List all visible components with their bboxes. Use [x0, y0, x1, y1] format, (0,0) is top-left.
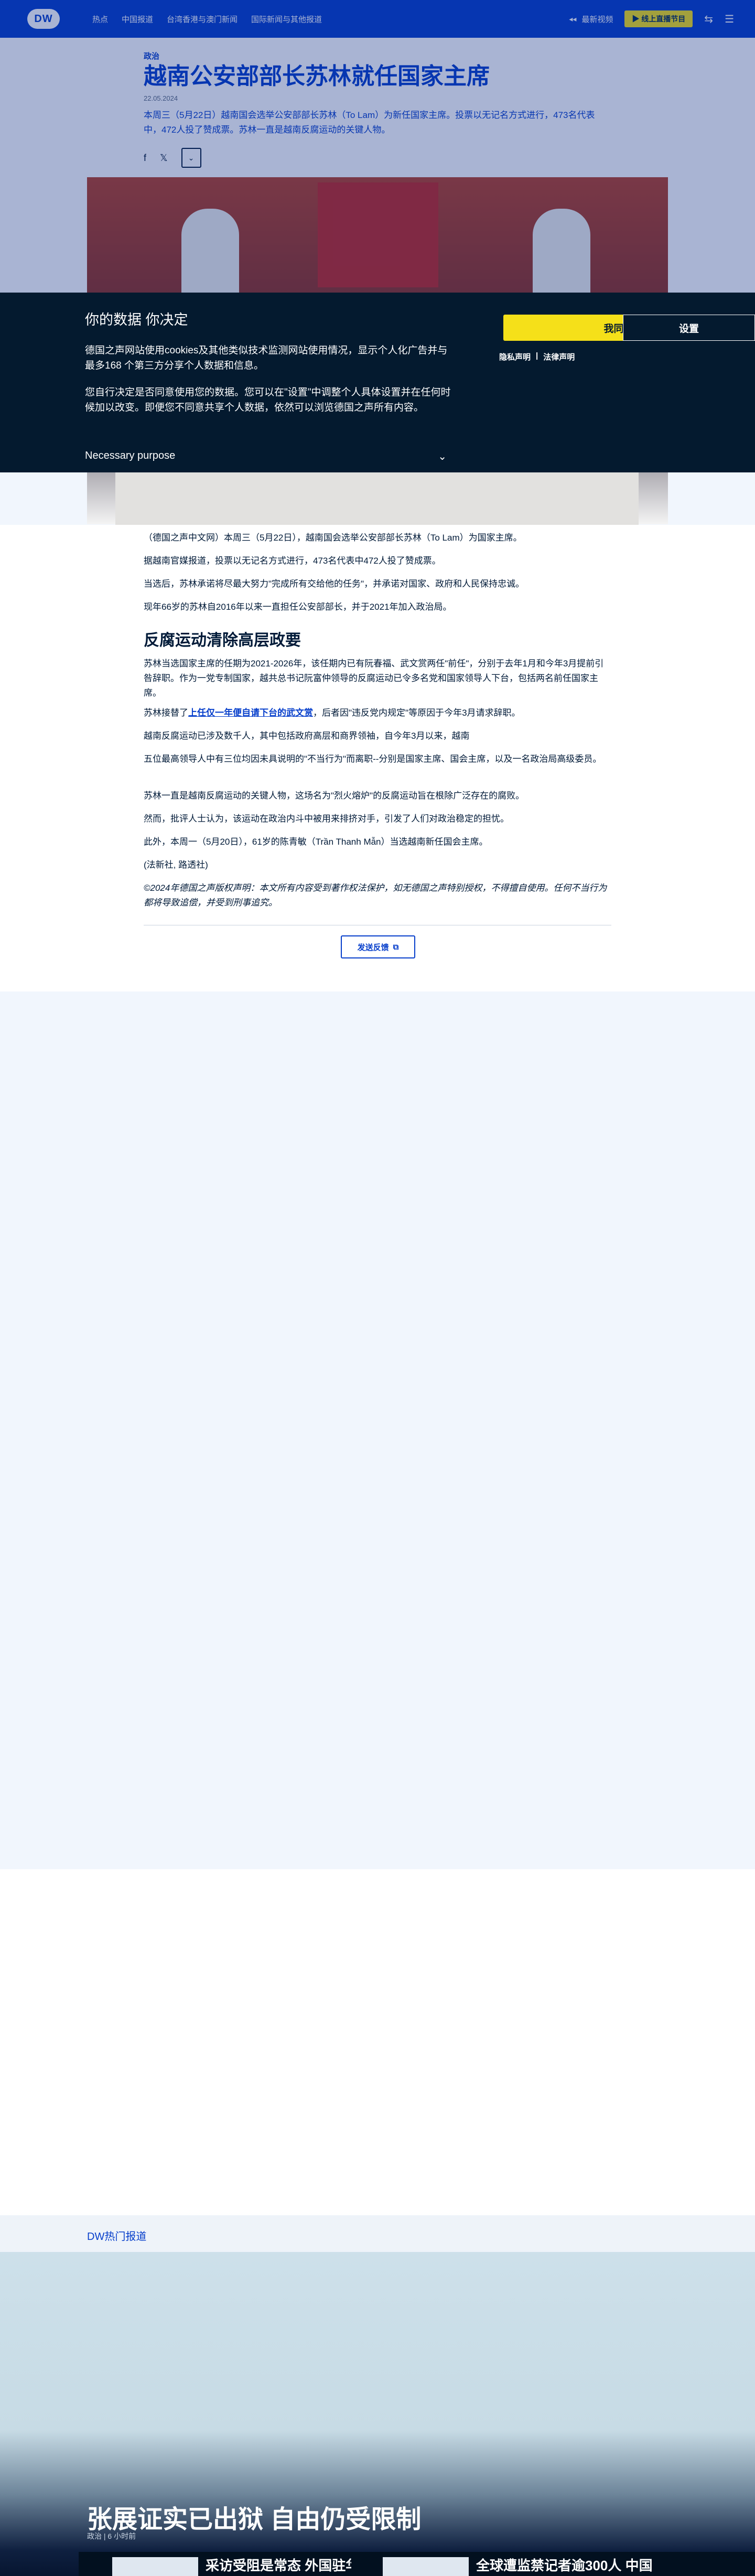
trending-label: DW热门报道 [87, 2231, 147, 2243]
trending-section: DW热门报道 [0, 2215, 755, 2252]
page-overlay [0, 0, 755, 293]
source-line: (法新社, 路透社) [144, 860, 208, 870]
body-paragraph: 据越南官媒报道，投票以无记名方式进行，473名代表中472人投了赞成票。 [144, 556, 441, 566]
story-thumbnail [383, 2557, 469, 2576]
body-paragraph: 苏林当选国家主席的任期为2021-2026年，该任期内已有阮春福、武文赏两任"前… [144, 659, 604, 698]
purpose-label: Necessary purpose [85, 450, 176, 461]
cookie-banner: 你的数据 你决定 德国之声网站使用cookies及其他类似技术监测网站使用情况，… [0, 293, 755, 472]
featured-meta: 政治 | 6 小时前 [87, 2532, 136, 2540]
body-paragraph: 此外，本周一（5月20日），61岁的陈青敏（Trần Thanh Mẫn）当选越… [144, 837, 488, 847]
story-card[interactable]: 全球遭监禁记者逾300人 中国 [351, 2552, 755, 2576]
story-title[interactable]: 采访受阻是常态 外国驻华记 [206, 2555, 373, 2574]
body-paragraph: 现年66岁的苏林自2016年以来一直担任公安部部长，并于2021年加入政治局。 [144, 602, 452, 612]
image-caption-box [115, 472, 639, 525]
settings-button[interactable]: 设置 [623, 315, 755, 341]
story-thumbnail [112, 2557, 198, 2576]
cookie-title: 你的数据 你决定 [85, 312, 188, 328]
cookie-text-1: 德国之声网站使用cookies及其他类似技术监测网站使用情况，显示个人化广告并与… [85, 345, 448, 372]
send-feedback-button[interactable]: 发送反馈 ⧉ [341, 935, 415, 958]
story-card[interactable]: 采访受阻是常态 外国驻华记 [79, 2552, 373, 2576]
feedback-icon: ⧉ [393, 942, 399, 952]
cookie-text-2: 您自行决定是否同意使用您的数据。您可以在"设置"中调整个人具体设置并在任何时候加… [85, 387, 451, 414]
privacy-link[interactable]: 隐私声明 [499, 351, 531, 362]
chevron-down-icon: ⌄ [438, 451, 447, 462]
necessary-purpose-toggle[interactable]: Necessary purpose ⌄ [85, 450, 447, 463]
link-separator: | [536, 351, 538, 360]
body-paragraph: 然而，批评人士认为，该运动在政治内斗中被用来排挤对手，引发了人们对政治稳定的担忧… [144, 814, 509, 824]
body-paragraph: 当选后，苏林承诺将尽最大努力"完成所有交给他的任务"，并承诺对国家、政府和人民保… [144, 579, 525, 589]
body-paragraph: （德国之声中文网）本周三（5月22日），越南国会选举公安部部长苏林（To Lam… [144, 533, 522, 543]
feedback-label: 发送反馈 [357, 943, 389, 952]
related-article-link[interactable]: 上任仅一年便自请下台的武文赏 [188, 708, 313, 718]
featured-title[interactable]: 张展证实已出狱 自由仍受限制 [87, 2498, 421, 2535]
link-suffix: ，后者因"违反党内规定"等原因于今年3月请求辞职。 [313, 708, 521, 718]
body-paragraph: 五位最高领导人中有三位均因未具说明的"不当行为"而离职--分别是国家主席、国会主… [144, 754, 602, 764]
featured-story[interactable]: 张展证实已出狱 自由仍受限制 政治 | 6 小时前 采访受阻是常态 外国驻华记 … [0, 2252, 755, 2576]
section-heading: 反腐运动清除高层政要 [144, 632, 301, 649]
story-title[interactable]: 全球遭监禁记者逾300人 中国 [476, 2555, 653, 2574]
cookie-links: 隐私声明 | 法律声明 [499, 351, 575, 362]
copyright-notice: ©2024年德国之声版权声明：本文所有内容受到著作权法保护，如无德国之声特别授权… [144, 883, 607, 908]
body-paragraph-with-link: 苏林接替了上任仅一年便自请下台的武文赏，后者因"违反党内规定"等原因于今年3月请… [144, 706, 611, 720]
body-paragraph: 越南反腐运动已涉及数千人，其中包括政府高层和商界领袖，自今年3月以来，越南 [144, 731, 470, 741]
blank-section [0, 1869, 755, 2215]
link-prefix: 苏林接替了 [144, 708, 188, 718]
body-paragraph: 苏林一直是越南反腐运动的关键人物，这场名为"烈火熔炉"的反腐运动旨在根除广泛存在… [144, 791, 525, 801]
legal-link[interactable]: 法律声明 [543, 351, 575, 362]
